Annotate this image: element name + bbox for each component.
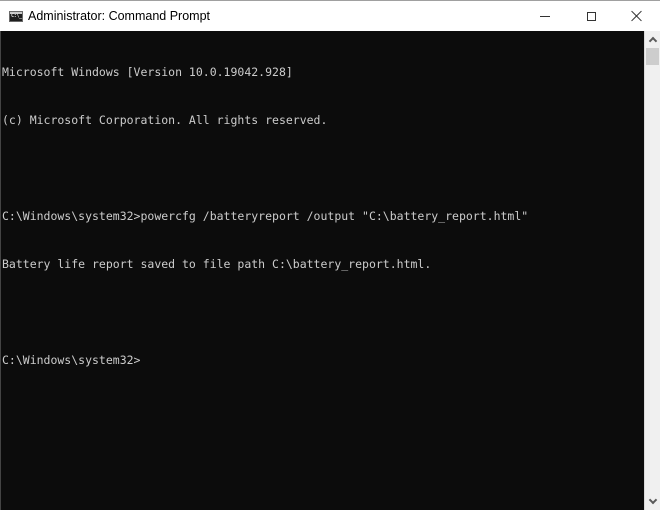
scroll-thumb[interactable] bbox=[646, 48, 659, 65]
command-prompt-window: C:\_ Administrator: Command Prompt Micro… bbox=[0, 0, 660, 510]
vertical-scrollbar[interactable] bbox=[644, 31, 660, 510]
console-line: Microsoft Windows [Version 10.0.19042.92… bbox=[2, 65, 293, 79]
maximize-icon bbox=[586, 11, 596, 21]
chevron-up-icon bbox=[648, 36, 657, 46]
icon-glyph: C:\_ bbox=[11, 13, 22, 19]
console-output: Microsoft Windows [Version 10.0.19042.92… bbox=[2, 32, 528, 400]
close-icon bbox=[631, 10, 643, 22]
console-line: Battery life report saved to file path C… bbox=[2, 257, 432, 271]
close-button[interactable] bbox=[614, 1, 660, 31]
scroll-up-button[interactable] bbox=[645, 31, 660, 48]
maximize-button[interactable] bbox=[568, 1, 614, 31]
console-line: C:\Windows\system32>powercfg /batteryrep… bbox=[2, 209, 529, 223]
console-prompt-line[interactable]: C:\Windows\system32> bbox=[2, 352, 528, 368]
console-line: (c) Microsoft Corporation. All rights re… bbox=[2, 113, 328, 127]
title-bar[interactable]: C:\_ Administrator: Command Prompt bbox=[0, 1, 660, 31]
minimize-button[interactable] bbox=[522, 1, 568, 31]
window-title: Administrator: Command Prompt bbox=[28, 9, 211, 23]
console-area[interactable]: Microsoft Windows [Version 10.0.19042.92… bbox=[0, 31, 644, 510]
chevron-down-icon bbox=[648, 495, 657, 505]
minimize-icon bbox=[540, 15, 550, 17]
scroll-down-button[interactable] bbox=[645, 493, 660, 510]
command-prompt-icon[interactable]: C:\_ bbox=[9, 11, 23, 22]
